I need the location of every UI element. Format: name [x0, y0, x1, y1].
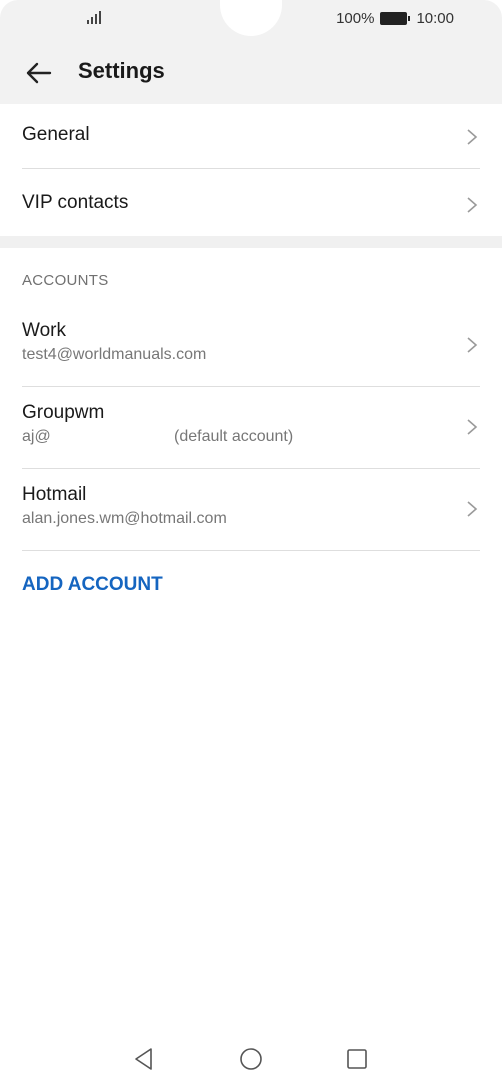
signal-icon — [87, 11, 101, 24]
account-email-row: aj@ (default account) — [22, 428, 480, 446]
default-account-note: (default account) — [174, 428, 294, 445]
account-item-groupwm[interactable]: Groupwm aj@ (default account) — [22, 402, 480, 446]
menu-item-general[interactable]: General — [22, 124, 480, 146]
chevron-right-icon — [467, 501, 478, 517]
clock: 10:00 — [416, 10, 454, 27]
nav-recents-icon[interactable] — [344, 1046, 370, 1072]
menu-item-vip-contacts[interactable]: VIP contacts — [22, 192, 480, 214]
divider — [22, 168, 480, 169]
battery-percent: 100% — [336, 10, 375, 27]
account-item-hotmail[interactable]: Hotmail alan.jones.wm@hotmail.com — [22, 484, 480, 528]
chevron-right-icon — [467, 197, 478, 213]
chevron-right-icon — [467, 337, 478, 353]
page-title: Settings — [78, 58, 165, 83]
settings-menu: General VIP contacts — [0, 104, 502, 236]
chevron-right-icon — [467, 419, 478, 435]
back-arrow-icon[interactable] — [22, 56, 56, 90]
account-name: Work — [22, 320, 66, 341]
menu-item-label: VIP contacts — [22, 192, 129, 213]
accounts-header: ACCOUNTS — [22, 272, 109, 289]
divider — [22, 386, 480, 387]
add-account-button[interactable]: ADD ACCOUNT — [22, 574, 163, 596]
camera-notch — [220, 0, 282, 36]
account-email: aj@ — [22, 428, 51, 445]
battery-icon — [380, 12, 411, 25]
account-name: Groupwm — [22, 402, 105, 423]
nav-home-icon[interactable] — [238, 1046, 264, 1072]
nav-back-icon[interactable] — [131, 1046, 157, 1072]
menu-item-label: General — [22, 124, 90, 145]
account-email: test4@worldmanuals.com — [22, 346, 207, 363]
account-name: Hotmail — [22, 484, 87, 505]
app-bar: Settings — [0, 44, 502, 104]
chevron-right-icon — [467, 129, 478, 145]
divider — [22, 550, 480, 551]
account-item-work[interactable]: Work test4@worldmanuals.com — [22, 320, 480, 364]
account-email: alan.jones.wm@hotmail.com — [22, 510, 227, 527]
status-bar: 100% 10:00 — [0, 0, 502, 44]
system-nav-bar — [0, 1032, 502, 1087]
section-gap — [0, 236, 502, 248]
status-right: 100% 10:00 — [336, 10, 454, 27]
divider — [22, 468, 480, 469]
